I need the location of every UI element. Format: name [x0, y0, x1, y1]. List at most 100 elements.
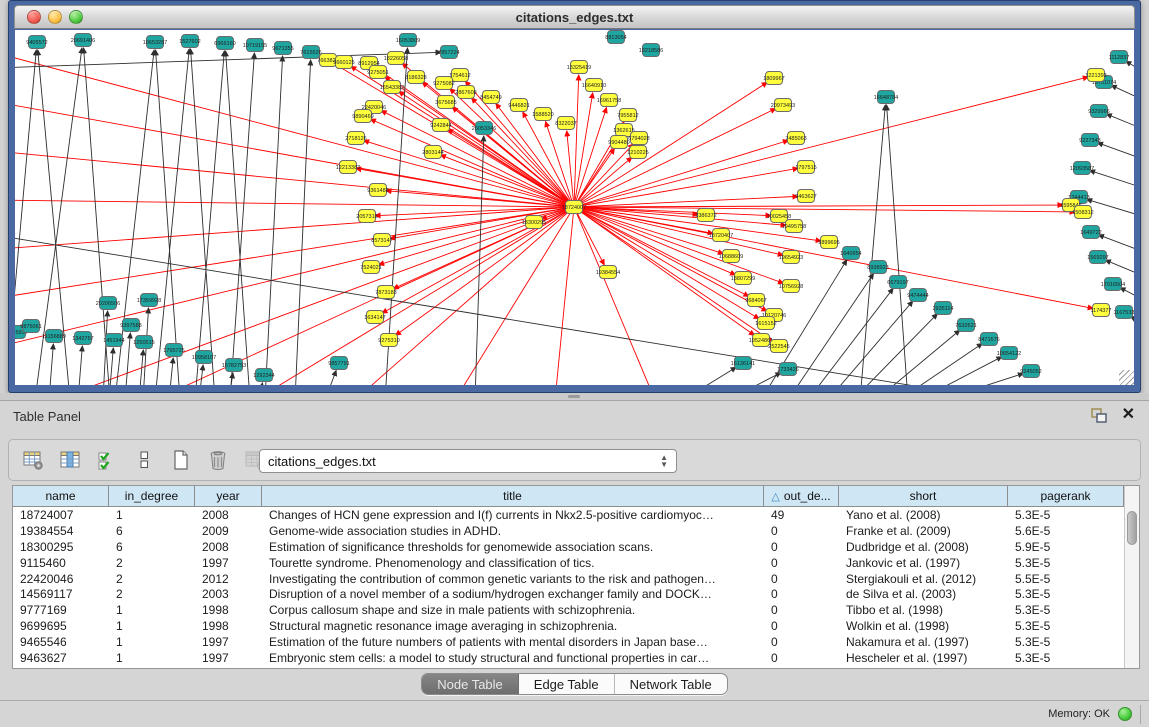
graph-node[interactable]: 2057318	[356, 210, 377, 223]
graph-node[interactable]: 1615152	[755, 317, 776, 330]
graph-node[interactable]: 9904480	[608, 136, 629, 149]
graph-node[interactable]: 12213383	[336, 161, 360, 174]
graph-edge[interactable]	[55, 207, 574, 385]
graph-node[interactable]: 8471676	[978, 333, 999, 346]
graph-edge[interactable]	[199, 365, 203, 385]
graph-node[interactable]: 7524021	[360, 261, 381, 274]
table-row[interactable]: 977716911998Corpus callosum shape and si…	[13, 602, 1124, 618]
delete-icon[interactable]	[206, 448, 230, 472]
graph-node[interactable]: 1809967	[763, 72, 784, 85]
graph-edge[interactable]	[370, 119, 574, 207]
graph-node[interactable]: 1210225	[627, 146, 648, 159]
graph-edge[interactable]	[876, 330, 960, 385]
column-header-short[interactable]: short	[839, 486, 1008, 506]
graph-node[interactable]: 1733426	[777, 363, 798, 376]
graph-node[interactable]: 10756928	[779, 280, 803, 293]
graph-node[interactable]: 6966160	[214, 37, 235, 50]
graph-node[interactable]: 9446821	[508, 99, 529, 112]
graph-edge[interactable]	[887, 105, 908, 385]
graph-edge[interactable]	[1090, 170, 1134, 195]
graph-edge[interactable]	[15, 207, 574, 350]
column-header-out-degree[interactable]: △ out_de...	[764, 486, 839, 506]
graph-edge[interactable]	[860, 105, 885, 385]
graph-node[interactable]: 9245052	[1020, 365, 1041, 378]
graph-node[interactable]: 1640954	[840, 247, 861, 260]
graph-node[interactable]: 8938923	[867, 261, 888, 274]
row-height-icon[interactable]	[132, 448, 156, 472]
graph-node[interactable]: 9671355	[272, 42, 293, 55]
graph-edge[interactable]	[195, 51, 224, 385]
graph-node[interactable]: 10958107	[192, 351, 216, 364]
graph-node[interactable]: 9875061	[20, 320, 41, 333]
graph-edge[interactable]	[295, 60, 311, 385]
graph-edge[interactable]	[828, 301, 913, 385]
graph-edge[interactable]	[103, 311, 108, 385]
table-select[interactable]: citations_edges.txt ▲▼	[259, 449, 677, 473]
graph-node[interactable]: 9405572	[26, 36, 47, 49]
graph-node[interactable]: 1112837	[1109, 51, 1130, 64]
graph-node[interactable]: 9899695	[818, 236, 839, 249]
graph-node[interactable]: 18226058	[384, 52, 408, 65]
graph-node[interactable]: 9227343	[1079, 134, 1100, 147]
graph-edge[interactable]	[78, 346, 82, 385]
graph-node[interactable]: 18300295	[522, 216, 546, 229]
graph-node[interactable]: 9361488	[367, 184, 388, 197]
graph-node[interactable]: 9275082	[433, 77, 454, 90]
graph-node[interactable]: 7615526	[300, 46, 321, 59]
graph-edge[interactable]	[385, 77, 574, 207]
resize-grip-icon[interactable]	[1119, 370, 1134, 385]
graph-node[interactable]: 19654923	[779, 251, 803, 264]
graph-edge[interactable]	[15, 207, 574, 250]
table-row[interactable]: 911546021997Tourette syndrome. Phenomeno…	[13, 555, 1124, 571]
graph-edge[interactable]	[574, 207, 786, 225]
graph-node[interactable]: 1588520	[532, 108, 553, 121]
graph-node[interactable]: 8322037	[555, 117, 576, 130]
close-window-icon[interactable]	[27, 10, 41, 24]
graph-node[interactable]: 9660125	[333, 56, 354, 69]
table-row[interactable]: 1830029562008Estimation of significance …	[13, 539, 1124, 555]
graph-node[interactable]: 1795725	[163, 344, 184, 357]
graph-node[interactable]: 6679197	[887, 276, 908, 289]
graph-node[interactable]: 10688609	[719, 250, 743, 263]
graph-node[interactable]: 18720407	[709, 229, 733, 242]
graph-edge[interactable]	[15, 150, 574, 207]
graph-node[interactable]: 12093587	[1070, 162, 1094, 175]
graph-edge[interactable]	[899, 343, 982, 385]
float-panel-icon[interactable]	[1091, 408, 1109, 424]
table-row[interactable]: 969969511998Structural magnetic resonanc…	[13, 618, 1124, 634]
graph-node[interactable]: 1292344	[253, 369, 274, 382]
graph-edge[interactable]	[1098, 143, 1134, 167]
graph-edge[interactable]	[259, 383, 262, 385]
zoom-window-icon[interactable]	[69, 10, 83, 24]
graph-edge[interactable]	[574, 140, 788, 207]
graph-node[interactable]: 18807299	[731, 272, 755, 285]
graph-node[interactable]: 1342757	[72, 332, 93, 345]
memory-status-icon[interactable]	[1118, 707, 1132, 721]
graph-node[interactable]: 20691406	[71, 34, 95, 47]
graph-node[interactable]: 16782753	[222, 359, 246, 372]
graph-node[interactable]: 8186328	[405, 71, 426, 84]
network-graph[interactable]: 9405572206914061065328715276026966160107…	[15, 30, 1134, 385]
graph-edge[interactable]	[683, 367, 736, 385]
graph-edge[interactable]	[574, 77, 1088, 207]
graph-node[interactable]: 9329966	[1088, 105, 1109, 118]
graph-edge[interactable]	[728, 373, 781, 385]
graph-edge[interactable]	[49, 344, 53, 385]
graph-edge[interactable]	[1111, 85, 1134, 110]
table-row[interactable]: 1872400712008Changes of HCN gene express…	[13, 507, 1124, 523]
graph-edge[interactable]	[919, 357, 1002, 385]
graph-node[interactable]: 1167533	[1113, 306, 1134, 319]
column-header-name[interactable]: name	[13, 486, 109, 506]
graph-edge[interactable]	[15, 100, 574, 207]
graph-node[interactable]: 8573147	[371, 234, 392, 247]
graph-node[interactable]: 1569297	[1087, 251, 1108, 264]
graph-node[interactable]: 17016504	[1101, 278, 1125, 291]
tab-node-table[interactable]: Node Table	[422, 674, 519, 694]
graph-edge[interactable]	[395, 207, 574, 335]
graph-edge[interactable]	[574, 168, 798, 207]
graph-edge[interactable]	[1106, 114, 1134, 138]
graph-edge[interactable]	[230, 53, 254, 385]
graph-edge[interactable]	[169, 358, 173, 385]
minimize-window-icon[interactable]	[48, 10, 62, 24]
table-row[interactable]: 1938455462009Genome-wide association stu…	[13, 523, 1124, 539]
